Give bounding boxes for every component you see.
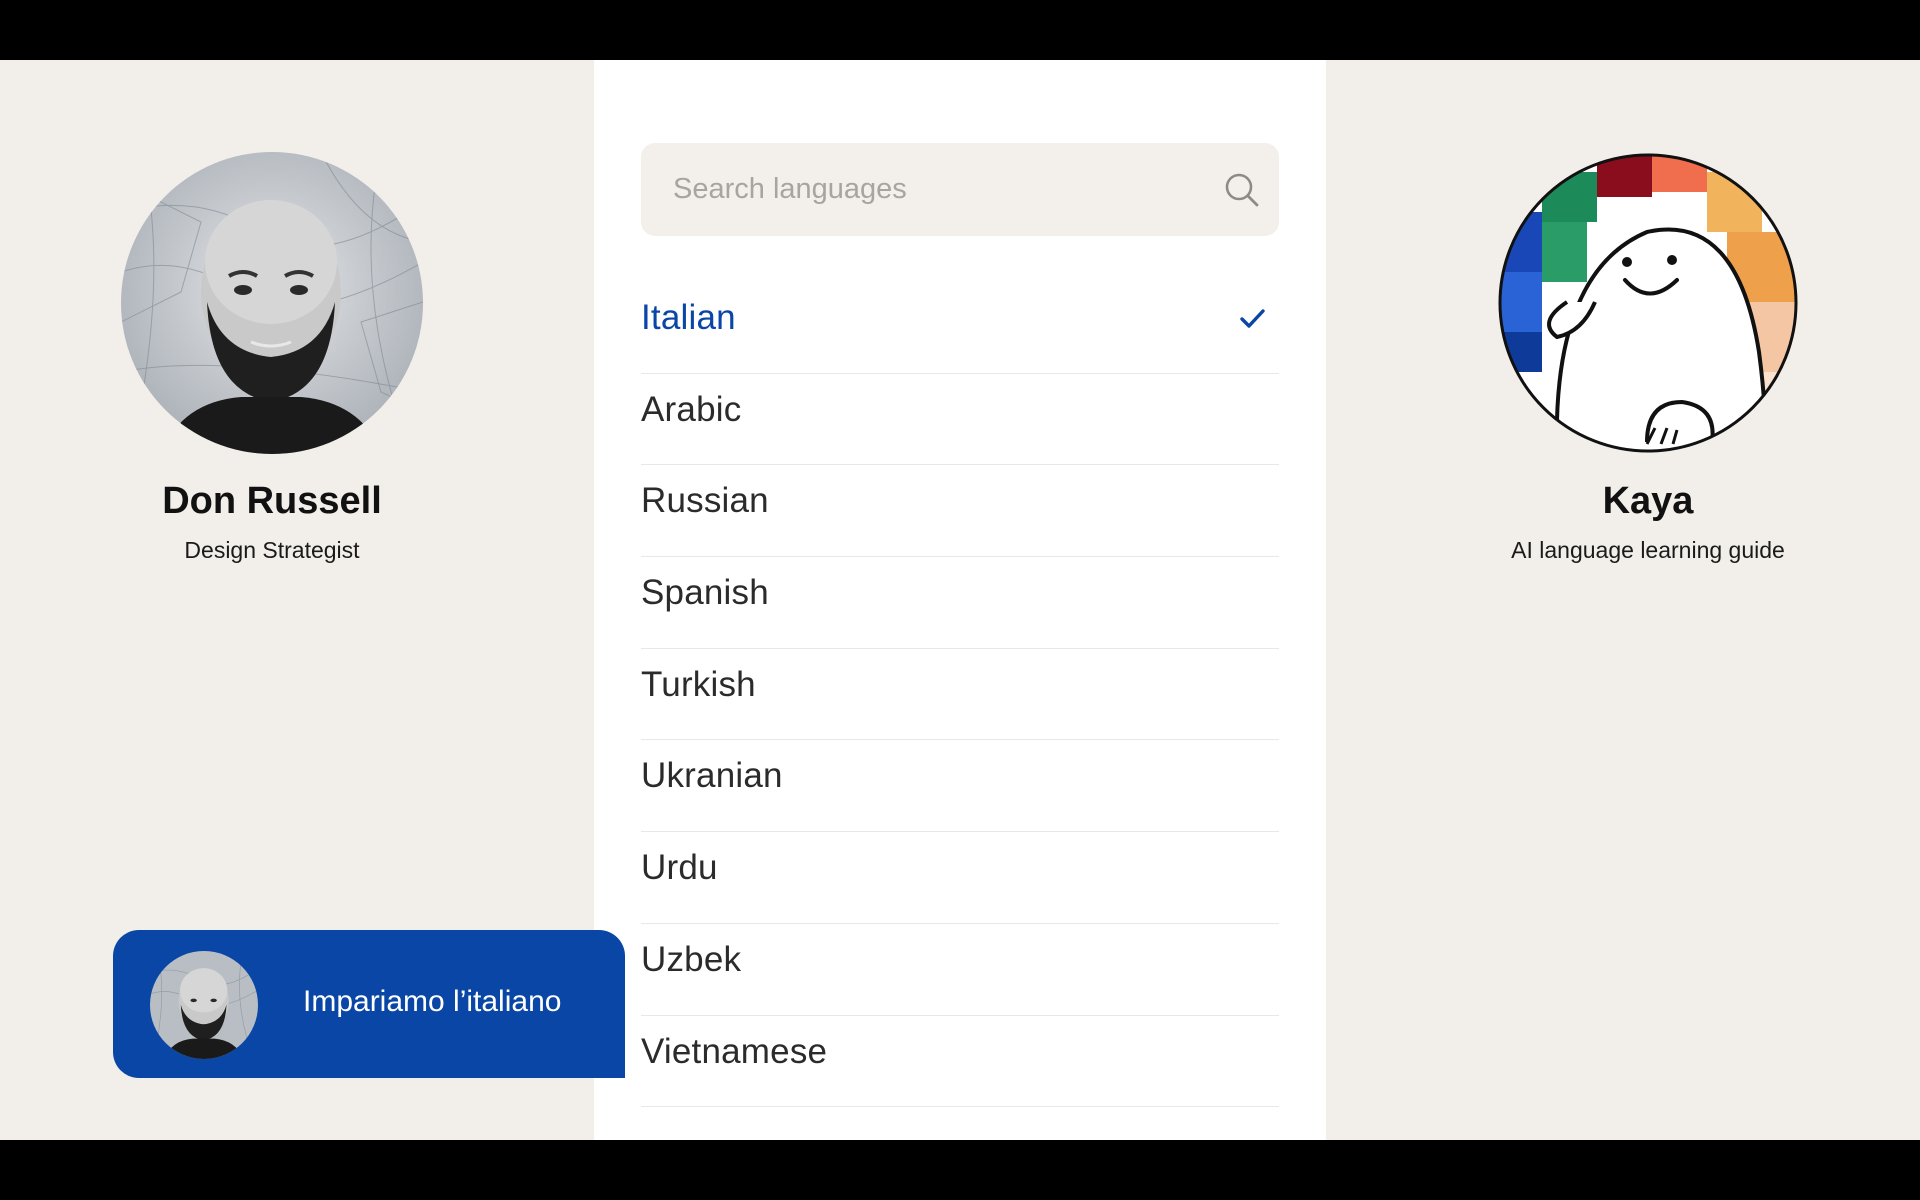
guide-character-image (1498, 153, 1798, 453)
language-label: Turkish (641, 664, 756, 704)
search-icon[interactable] (1223, 171, 1261, 209)
language-label: Vietnamese (641, 1031, 828, 1071)
language-label: Uzbek (641, 939, 742, 979)
check-icon (1240, 309, 1265, 328)
language-item-italian[interactable]: Italian (641, 282, 1279, 374)
letterbox-bottom (0, 1140, 1920, 1200)
search-input[interactable] (673, 143, 1193, 236)
language-item-arabic[interactable]: Arabic (641, 374, 1279, 466)
language-item-spanish[interactable]: Spanish (641, 557, 1279, 649)
guide-role: AI language learning guide (1511, 537, 1785, 563)
user-name: Don Russell (162, 480, 382, 522)
language-item-turkish[interactable]: Turkish (641, 649, 1279, 741)
message-text: Impariamo l’italiano (303, 985, 562, 1018)
user-role: Design Strategist (184, 537, 360, 563)
user-avatar (121, 152, 423, 454)
language-selector-panel: Italian Arabic Russian Spanish Turkish U… (594, 60, 1326, 1140)
letterbox-top (0, 0, 1920, 60)
language-list: Italian Arabic Russian Spanish Turkish U… (641, 298, 1279, 1108)
guide-profile: Kaya AI language learning guide (1438, 152, 1858, 564)
language-label: Arabic (641, 389, 742, 429)
search-bar[interactable] (641, 143, 1279, 236)
chat-message-bubble: Impariamo l’italiano (113, 930, 625, 1078)
sender-portrait-image (150, 951, 258, 1059)
language-label: Ukranian (641, 756, 783, 796)
language-item-russian[interactable]: Russian (641, 465, 1279, 558)
language-item-ukranian[interactable]: Ukranian (641, 740, 1279, 833)
language-label: Russian (641, 481, 769, 521)
user-portrait-image (121, 152, 423, 454)
language-label: Urdu (641, 848, 718, 888)
message-sender-avatar (150, 951, 258, 1059)
language-item-urdu[interactable]: Urdu (641, 832, 1279, 924)
language-item-vietnamese[interactable]: Vietnamese (641, 1016, 1279, 1108)
user-profile: Don Russell Design Strategist (62, 152, 482, 564)
guide-avatar (1497, 152, 1799, 454)
guide-name: Kaya (1602, 480, 1694, 522)
language-label: Italian (641, 298, 736, 337)
language-item-uzbek[interactable]: Uzbek (641, 924, 1279, 1016)
language-label: Spanish (641, 573, 769, 613)
app-stage: Don Russell Design Strategist Italian Ar… (0, 60, 1920, 1140)
